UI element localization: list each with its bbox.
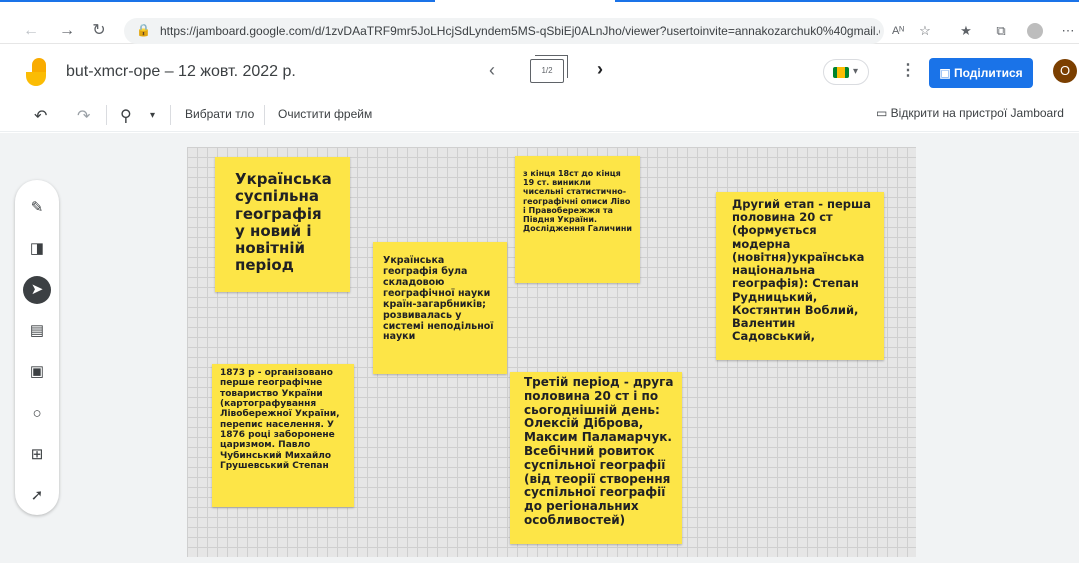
- tab-accent-2: [615, 0, 1079, 2]
- tool-palette: ✎ ◨ ➤ ▤ ▣ ○ ⊞ ➚: [15, 180, 59, 515]
- redo-icon[interactable]: ↷: [77, 106, 90, 126]
- reload-icon[interactable]: ↻: [88, 20, 110, 42]
- collections-icon[interactable]: ⧉: [990, 20, 1012, 42]
- next-frame-icon[interactable]: ›: [597, 59, 603, 80]
- undo-icon[interactable]: ↶: [34, 106, 47, 126]
- share-button[interactable]: ▣ Поділитися: [929, 58, 1033, 88]
- browser-profile-icon[interactable]: [1027, 23, 1043, 39]
- share-label: Поділитися: [953, 66, 1023, 80]
- tab-strip: [0, 0, 1079, 12]
- toolbar-divider: [106, 105, 107, 125]
- favorites-icon[interactable]: ★: [955, 20, 977, 42]
- select-icon[interactable]: ➤: [23, 276, 51, 304]
- lock-icon: 🔒: [136, 23, 151, 37]
- sticky-note[interactable]: Другий етап - перша половина 20 ст (форм…: [716, 192, 884, 360]
- more-options-icon[interactable]: ⋮: [900, 60, 916, 80]
- open-on-jamboard-label: Відкрити на пристрої Jamboard: [890, 106, 1064, 120]
- tab-accent: [0, 0, 435, 2]
- circle-icon[interactable]: ○: [23, 400, 51, 428]
- eraser-icon[interactable]: ◨: [23, 235, 51, 263]
- read-aloud-icon[interactable]: Aᴺ: [887, 20, 909, 42]
- pen-icon[interactable]: ✎: [23, 194, 51, 222]
- frame-counter[interactable]: 1/2: [530, 55, 568, 83]
- image-icon[interactable]: ▣: [23, 358, 51, 386]
- open-on-jamboard-button[interactable]: ▭ Відкрити на пристрої Jamboard: [876, 106, 1064, 120]
- avatar[interactable]: O: [1053, 59, 1077, 83]
- url-text[interactable]: https://jamboard.google.com/d/1zvDAaTRF9…: [160, 24, 880, 38]
- clear-frame-button[interactable]: Очистити фрейм: [278, 107, 372, 121]
- set-background-button[interactable]: Вибрати тло: [185, 107, 254, 121]
- share-lock-icon: ▣: [939, 66, 954, 80]
- browser-menu-icon[interactable]: ⋯: [1057, 20, 1079, 42]
- laser-icon[interactable]: ➚: [23, 482, 51, 510]
- sticky-note[interactable]: Українська географія була складовою геог…: [373, 242, 507, 374]
- previous-frame-icon[interactable]: ‹: [489, 60, 495, 81]
- cast-icon: ▭: [876, 106, 891, 120]
- favorite-add-icon[interactable]: ☆: [914, 20, 936, 42]
- jam-canvas[interactable]: Українська суспільна географія у новий і…: [187, 147, 916, 557]
- zoom-icon[interactable]: ⚲: [120, 106, 132, 126]
- address-bar[interactable]: 🔒 https://jamboard.google.com/d/1zvDAaTR…: [124, 18, 884, 44]
- chevron-down-icon: ▾: [853, 66, 859, 77]
- text-box-icon[interactable]: ⊞: [23, 441, 51, 469]
- toolbar-divider: [264, 105, 265, 125]
- back-icon[interactable]: ←: [20, 20, 42, 42]
- zoom-dropdown-icon[interactable]: ▾: [150, 110, 155, 121]
- document-title[interactable]: but-xmcr-ope – 12 жовт. 2022 р.: [66, 63, 296, 81]
- jamboard-logo-icon[interactable]: [26, 58, 48, 88]
- sticky-note[interactable]: Третій період - друга половина 20 ст і п…: [510, 372, 682, 544]
- sticky-note-icon[interactable]: ▤: [23, 317, 51, 345]
- sticky-note[interactable]: 1873 р - організовано перше географічне …: [212, 364, 354, 507]
- sticky-note[interactable]: з кінця 18ст до кінця 19 ст. виникли чис…: [515, 156, 640, 283]
- forward-icon[interactable]: →: [56, 20, 78, 42]
- meet-button[interactable]: ▾: [823, 59, 869, 85]
- toolbar-divider: [170, 105, 171, 125]
- sticky-note[interactable]: Українська суспільна географія у новий і…: [215, 157, 350, 292]
